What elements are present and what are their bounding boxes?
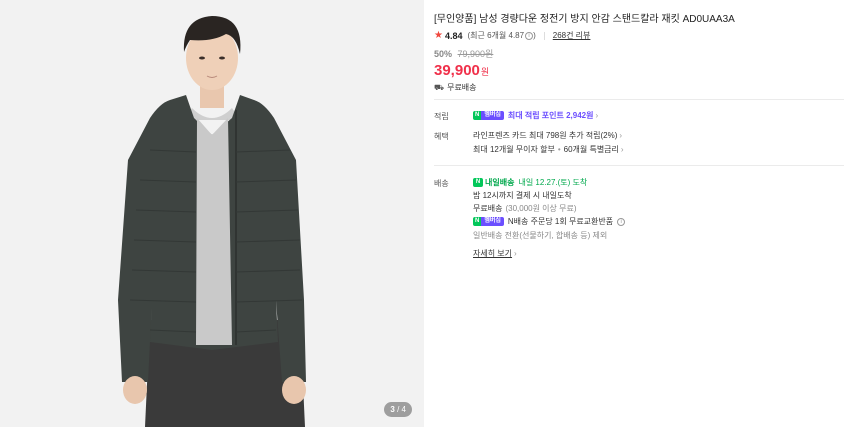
review-count-link[interactable]: 268건 리뷰 [553,30,591,41]
points-text: 최대 적립 포인트 2,942원 [507,111,594,120]
delivery-label: 배송 [434,179,449,188]
rating-recent: (최근 6개월 4.87 [467,31,525,40]
discount-rate: 50% [434,49,453,59]
product-title: [무인양품] 남성 경량다운 정전기 방지 안감 스탠드칼라 재킷 AD0UAA… [434,14,735,25]
info-icon[interactable]: i [525,31,534,40]
image-page-total: 4 [401,405,406,414]
info-icon[interactable]: i [617,217,626,226]
cutoff-row: 밤 12시까지 결제 시 내일도착 [473,190,572,201]
product-photo [0,0,424,427]
arrival-row: N 내일배송 내일 12.27.(토) 도착 [473,177,587,188]
chevron-right-icon: › [620,145,624,154]
card-benefit-row[interactable]: 라인프렌즈 카드 최대 798원 추가 적립(2%) › [473,130,622,141]
dot-separator: • [557,145,561,154]
divider [543,31,545,40]
rating-score: 4.84 [444,30,463,41]
free-shipping-text: 무료배송 [473,204,503,213]
currency-unit: 원 [480,67,490,77]
installment-row[interactable]: 최대 12개월 무이자 할부 • 60개월 특별금리 › [473,144,624,155]
more-details-row[interactable]: 자세히 보기 › [473,248,517,259]
arrival-date: 내일 12.27.(토) 도착 [518,178,588,187]
divider [434,99,844,100]
chevron-right-icon: › [514,249,517,258]
product-image-gallery[interactable]: 3 / 4 [0,0,424,427]
membership-badge: N 멤버십 [473,111,504,120]
star-icon: ★ [434,30,443,41]
product-info-panel: [무인양품] 남성 경량다운 정전기 방지 안감 스탠드칼라 재킷 AD0UAA… [434,0,844,427]
cutoff-text: 밤 12시까지 결제 시 내일도착 [473,191,572,200]
free-shipping-condition: (30,000원 이상 무료) [505,204,577,213]
more-details-link[interactable]: 자세히 보기 [473,248,512,259]
points-row[interactable]: N 멤버십 최대 적립 포인트 2,942원 › [473,110,598,121]
rating-recent-close: ) [533,31,536,40]
chevron-right-icon: › [595,111,599,120]
image-page-counter: 3 / 4 [384,402,412,417]
benefits-label: 혜택 [434,132,449,141]
switch-row: 일반배송 전환(선물하기, 합배송 등) 제외 [473,230,607,241]
image-page-current: 3 [390,405,395,414]
switch-text: 일반배송 전환(선물하기, 합배송 등) 제외 [473,231,608,240]
chevron-right-icon: › [619,131,623,140]
points-label: 적립 [434,112,449,121]
free-shipping-row: 무료배송 (30,000원 이상 무료) [473,203,577,214]
tomorrow-delivery-badge: N 내일배송 [473,177,514,188]
n-shipping-row: N 멤버십 N배송 주문당 1회 무료교환반품 i [473,216,626,227]
special-rate-text: 60개월 특별금리 [563,145,619,154]
card-benefit-text: 라인프렌즈 카드 최대 798원 추가 적립(2%) [473,131,618,140]
truck-icon: ⛟ [434,82,445,92]
installment-text: 최대 12개월 무이자 할부 [473,145,555,154]
price-block: 50% 79,900원 39,900원 ⛟ 무료배송 [434,47,493,93]
rating-row: ★ 4.84 (최근 6개월 4.87 i ) 268건 리뷰 [434,30,590,41]
original-price: 79,900원 [457,49,494,59]
membership-badge: N 멤버십 [473,217,504,226]
n-shipping-text: N배송 주문당 1회 무료교환반품 [507,217,614,226]
shipping-summary: 무료배송 [447,83,477,92]
divider [434,165,844,166]
sale-price: 39,900 [434,62,480,79]
